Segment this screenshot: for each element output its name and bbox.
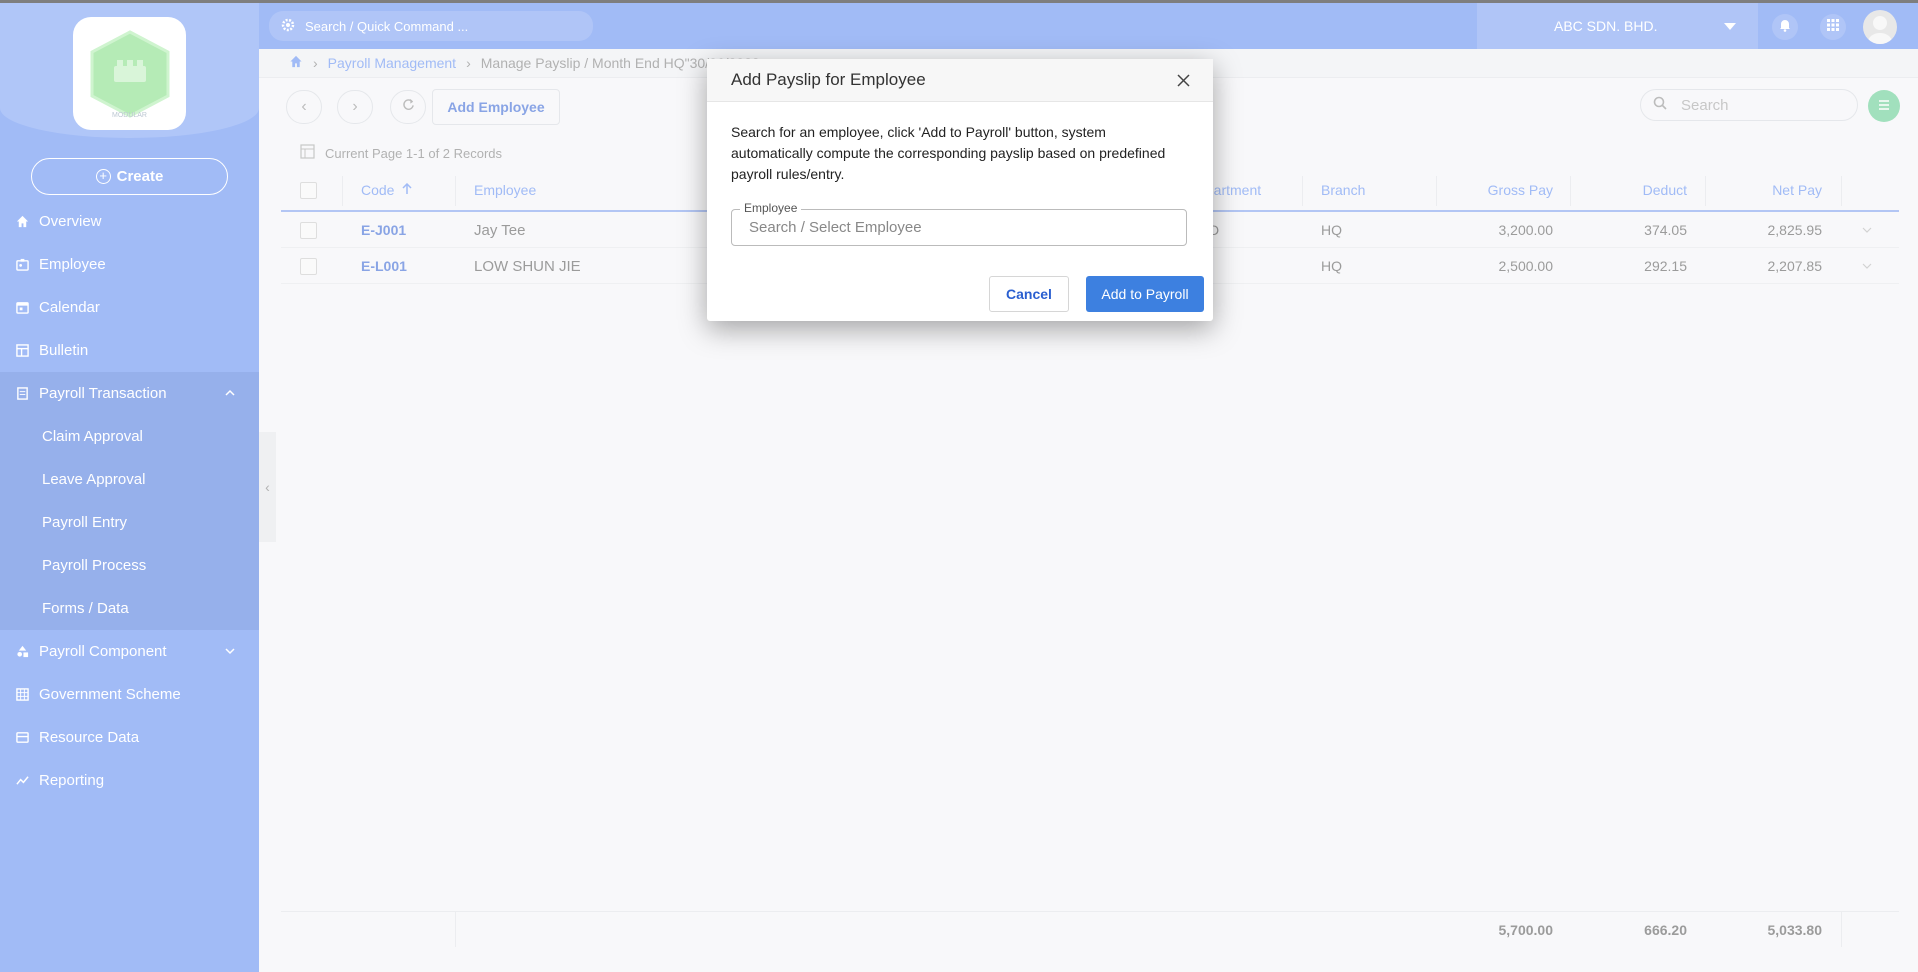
cancel-button[interactable]: Cancel [989,276,1069,312]
dialog-header: Add Payslip for Employee [707,59,1213,102]
employee-field: Employee [731,201,1187,246]
dialog-actions: Cancel Add to Payroll [989,276,1204,312]
add-to-payroll-button[interactable]: Add to Payroll [1086,276,1204,312]
close-icon[interactable] [1175,72,1191,88]
add-payslip-dialog: Add Payslip for Employee Search for an e… [707,59,1213,321]
employee-search-input[interactable] [749,210,1179,245]
dialog-title: Add Payslip for Employee [731,70,926,89]
dialog-body: Search for an employee, click 'Add to Pa… [707,102,1213,246]
dialog-description: Search for an employee, click 'Add to Pa… [731,124,1166,182]
